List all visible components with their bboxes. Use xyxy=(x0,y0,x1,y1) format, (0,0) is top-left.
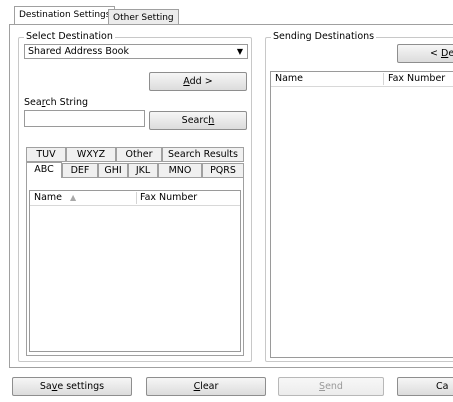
address-book-value: Shared Address Book xyxy=(28,46,129,57)
chevron-down-icon: ▼ xyxy=(236,47,243,56)
index-tab-tuv[interactable]: TUV xyxy=(26,147,66,162)
save-settings-button[interactable]: Save settings xyxy=(12,377,132,396)
delete-button[interactable]: < Dele xyxy=(397,44,453,63)
sending-destinations-list[interactable]: Name Fax Number xyxy=(270,71,453,358)
index-tab-abc[interactable]: ABC xyxy=(26,162,62,179)
tab-destination-settings[interactable]: Destination Settings xyxy=(14,6,116,25)
column-fax-number[interactable]: Fax Number xyxy=(388,72,445,86)
address-list[interactable]: Name ▲ Fax Number xyxy=(29,190,241,352)
tab-other-setting[interactable]: Other Setting xyxy=(108,9,179,25)
column-divider xyxy=(383,73,384,85)
index-tab-mno[interactable]: MNO xyxy=(158,163,202,178)
column-fax-number[interactable]: Fax Number xyxy=(140,191,197,205)
sending-destinations-legend: Sending Destinations xyxy=(271,31,377,43)
clear-button[interactable]: Clear xyxy=(146,377,266,396)
index-tab-def[interactable]: DEF xyxy=(62,163,98,178)
index-tab-jkl[interactable]: JKL xyxy=(128,163,158,178)
search-string-label: Search String xyxy=(24,97,89,108)
address-book-select[interactable]: Shared Address Book ▼ xyxy=(24,44,248,59)
cancel-button[interactable]: Ca xyxy=(397,377,453,396)
sort-ascending-icon: ▲ xyxy=(70,193,77,202)
index-tab-ghi[interactable]: GHI xyxy=(98,163,128,178)
column-name[interactable]: Name xyxy=(34,191,62,205)
index-tab-other[interactable]: Other xyxy=(116,147,162,162)
index-tab-search-results[interactable]: Search Results xyxy=(162,147,244,162)
search-input[interactable] xyxy=(24,110,145,127)
sending-list-header: Name Fax Number xyxy=(271,72,453,87)
index-tab-wxyz[interactable]: WXYZ xyxy=(66,147,116,162)
index-tab-pqrs[interactable]: PQRS xyxy=(202,163,244,178)
select-destination-legend: Select Destination xyxy=(24,31,115,43)
search-button[interactable]: Search xyxy=(149,111,247,130)
column-divider xyxy=(136,192,137,204)
send-button[interactable]: Send xyxy=(278,377,384,396)
address-list-header: Name ▲ Fax Number xyxy=(30,191,240,206)
column-name[interactable]: Name xyxy=(275,72,303,86)
add-button[interactable]: Add > xyxy=(149,72,247,91)
